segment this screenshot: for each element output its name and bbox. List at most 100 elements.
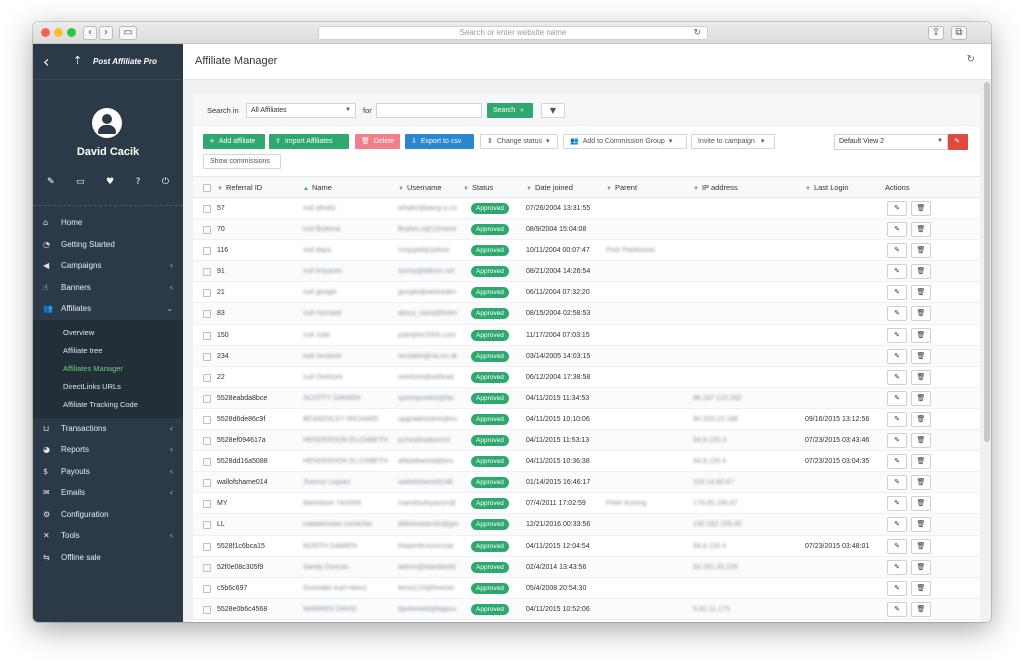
table-row[interactable]: 57 null alhafiz alhafiz@pang-u.co Approved 0… [193, 198, 980, 220]
delete-row-button[interactable]: 🗑 [911, 411, 931, 427]
delete-row-button[interactable]: 🗑 [911, 264, 931, 280]
address-bar[interactable]: Search or enter website name ↻ [318, 26, 708, 40]
column-status[interactable]: ▼ Status [463, 177, 493, 200]
help-icon[interactable]: ? [136, 177, 141, 187]
cell-name[interactable]: null Humaidi [303, 303, 393, 324]
nav-item-campaigns[interactable]: ◀ Campaigns ‹ [33, 255, 183, 277]
row-checkbox[interactable] [203, 331, 211, 340]
row-checkbox[interactable] [203, 500, 211, 509]
nav-item-payouts[interactable]: $ Payouts ‹ [33, 461, 183, 483]
cell-name[interactable]: natalieloulse mcritchie [303, 514, 393, 535]
row-checkbox[interactable] [203, 605, 211, 614]
minimize-window-button[interactable] [54, 28, 63, 37]
nav-item-banners[interactable]: ☝ Banners ‹ [33, 277, 183, 299]
table-row[interactable]: 5528f1c6bca15 NORTH DAMIEN theperfectunivr… [193, 536, 980, 557]
row-checkbox[interactable] [203, 584, 211, 593]
row-checkbox[interactable] [203, 268, 211, 277]
row-checkbox[interactable] [203, 521, 211, 530]
cell-name[interactable]: null alhafiz [303, 198, 393, 219]
cell-name[interactable]: Sandy Duncan [303, 557, 393, 578]
cell-name[interactable]: BEARDSLEY RICHARD [303, 409, 393, 430]
nav-item-emails[interactable]: ✉ Emails ‹ [33, 482, 183, 504]
delete-row-button[interactable]: 🗑 [911, 433, 931, 449]
table-row[interactable]: 70 null Brahma Brahm.o@12move Approved 08/9/… [193, 219, 980, 241]
nav-item-home[interactable]: ⌂ Home [33, 212, 183, 234]
edit-row-button[interactable]: ✎ [887, 580, 907, 596]
row-checkbox[interactable] [203, 352, 211, 361]
delete-row-button[interactable]: 🗑 [911, 201, 931, 216]
show-commissions-button[interactable]: Show commissions [203, 154, 281, 169]
view-select[interactable]: Default View 2 ▼ [834, 134, 948, 150]
delete-row-button[interactable]: 🗑 [911, 243, 931, 259]
edit-row-button[interactable]: ✎ [887, 201, 907, 216]
search-in-select[interactable]: All Affiliates ▼ [246, 103, 356, 118]
cell-name[interactable]: SCOTTY DAMIEN [303, 388, 393, 409]
delete-row-button[interactable]: 🗑 [911, 222, 931, 238]
avatar[interactable] [92, 108, 122, 138]
nav-item-reports[interactable]: ◕ Reports ‹ [33, 439, 183, 461]
search-button[interactable]: Search ⌕ [487, 103, 533, 118]
cell-name[interactable]: null google [303, 282, 393, 303]
scrollbar-thumb[interactable] [984, 82, 990, 442]
column-last-login[interactable]: ▼ Last Login [805, 177, 849, 200]
add-affiliate-button[interactable]: + Add affiliate [203, 134, 265, 149]
delete-button[interactable]: 🗑 Delete [355, 134, 400, 149]
select-all-checkbox[interactable] [203, 184, 211, 192]
table-row[interactable]: MY Mamdouh YASSIN mamdouhyassin@ Approved 07… [193, 493, 980, 515]
browser-forward-icon[interactable]: › [99, 26, 113, 40]
heartbeat-icon[interactable]: ♥ [106, 177, 114, 187]
row-checkbox[interactable] [203, 563, 211, 572]
table-row[interactable]: c5b6c697 Schindler Karl-Heinz femo123@free… [193, 578, 980, 599]
pencil-icon[interactable]: ✎ [47, 177, 55, 187]
subnav-overview[interactable]: Overview [33, 324, 183, 342]
subnav-affiliates-manager[interactable]: Affiliates Manager [33, 360, 183, 378]
edit-row-button[interactable]: ✎ [887, 538, 907, 554]
share-icon[interactable]: ⇪ [928, 26, 944, 40]
change-status-button[interactable]: ⇕ Change status ▾ [480, 134, 558, 149]
delete-row-button[interactable]: 🗑 [911, 348, 931, 364]
edit-row-button[interactable]: ✎ [887, 243, 907, 259]
delete-row-button[interactable]: 🗑 [911, 369, 931, 385]
table-row[interactable]: 91 null finlyanto sonny@tdkom.net Approved 0… [193, 261, 980, 283]
search-input[interactable] [376, 103, 482, 118]
cell-name[interactable]: null finlyanto [303, 261, 393, 282]
delete-row-button[interactable]: 🗑 [911, 306, 931, 322]
edit-row-button[interactable]: ✎ [887, 264, 907, 280]
column-ip-address[interactable]: ▼ IP address [693, 177, 738, 200]
edit-row-button[interactable]: ✎ [887, 348, 907, 364]
table-row[interactable]: 5528d6de86c9f BEARDSLEY RICHARD upgradeonl… [193, 409, 980, 431]
table-row[interactable]: 52f0e08c305f9 Sandy Duncan admin@standardd… [193, 556, 980, 578]
cell-name[interactable]: NORTH DAMIEN [303, 536, 393, 557]
row-checkbox[interactable] [203, 373, 211, 382]
cell-name[interactable]: null Brahma [303, 219, 393, 240]
delete-row-button[interactable]: 🗑 [911, 538, 931, 554]
edit-row-button[interactable]: ✎ [887, 390, 907, 406]
row-checkbox[interactable] [203, 310, 211, 319]
refresh-icon[interactable]: ↻ [967, 54, 975, 65]
delete-row-button[interactable]: 🗑 [911, 285, 931, 301]
row-checkbox[interactable] [203, 226, 211, 235]
row-checkbox[interactable] [203, 437, 211, 446]
invite-to-campaign-button[interactable]: Invite to campaign ▾ [691, 134, 775, 149]
edit-row-button[interactable]: ✎ [887, 369, 907, 385]
edit-row-button[interactable]: ✎ [887, 475, 907, 491]
edit-row-button[interactable]: ✎ [887, 601, 907, 617]
delete-row-button[interactable]: 🗑 [911, 601, 931, 617]
nav-item-offline-sale[interactable]: ⇆ Offline sale [33, 547, 183, 569]
close-window-button[interactable] [41, 28, 50, 37]
delete-row-button[interactable]: 🗑 [911, 580, 931, 596]
column-username[interactable]: ▼ Username [398, 177, 442, 200]
table-row[interactable]: 5528e0b6c4568 WARREN DAVID tipsterweb@tiqa… [193, 598, 980, 620]
subnav-directlinks-urls[interactable]: DirectLinks URLs [33, 378, 183, 396]
cell-name[interactable]: null Julie [303, 325, 393, 346]
cell-name[interactable]: HENDERSON ELIZABETH [303, 451, 393, 472]
zoom-window-button[interactable] [67, 28, 76, 37]
column-referral-id[interactable]: ▼ Referral ID [217, 177, 262, 200]
import-affiliates-button[interactable]: ⇪ Import Affiliates [269, 134, 349, 149]
edit-row-button[interactable]: ✎ [887, 222, 907, 238]
edit-row-button[interactable]: ✎ [887, 306, 907, 322]
sidebar-toggle-icon[interactable]: ▭ [119, 26, 137, 40]
cell-name[interactable]: Schindler Karl-Heinz [303, 578, 393, 599]
edit-row-button[interactable]: ✎ [887, 433, 907, 449]
delete-row-button[interactable]: 🗑 [911, 454, 931, 470]
